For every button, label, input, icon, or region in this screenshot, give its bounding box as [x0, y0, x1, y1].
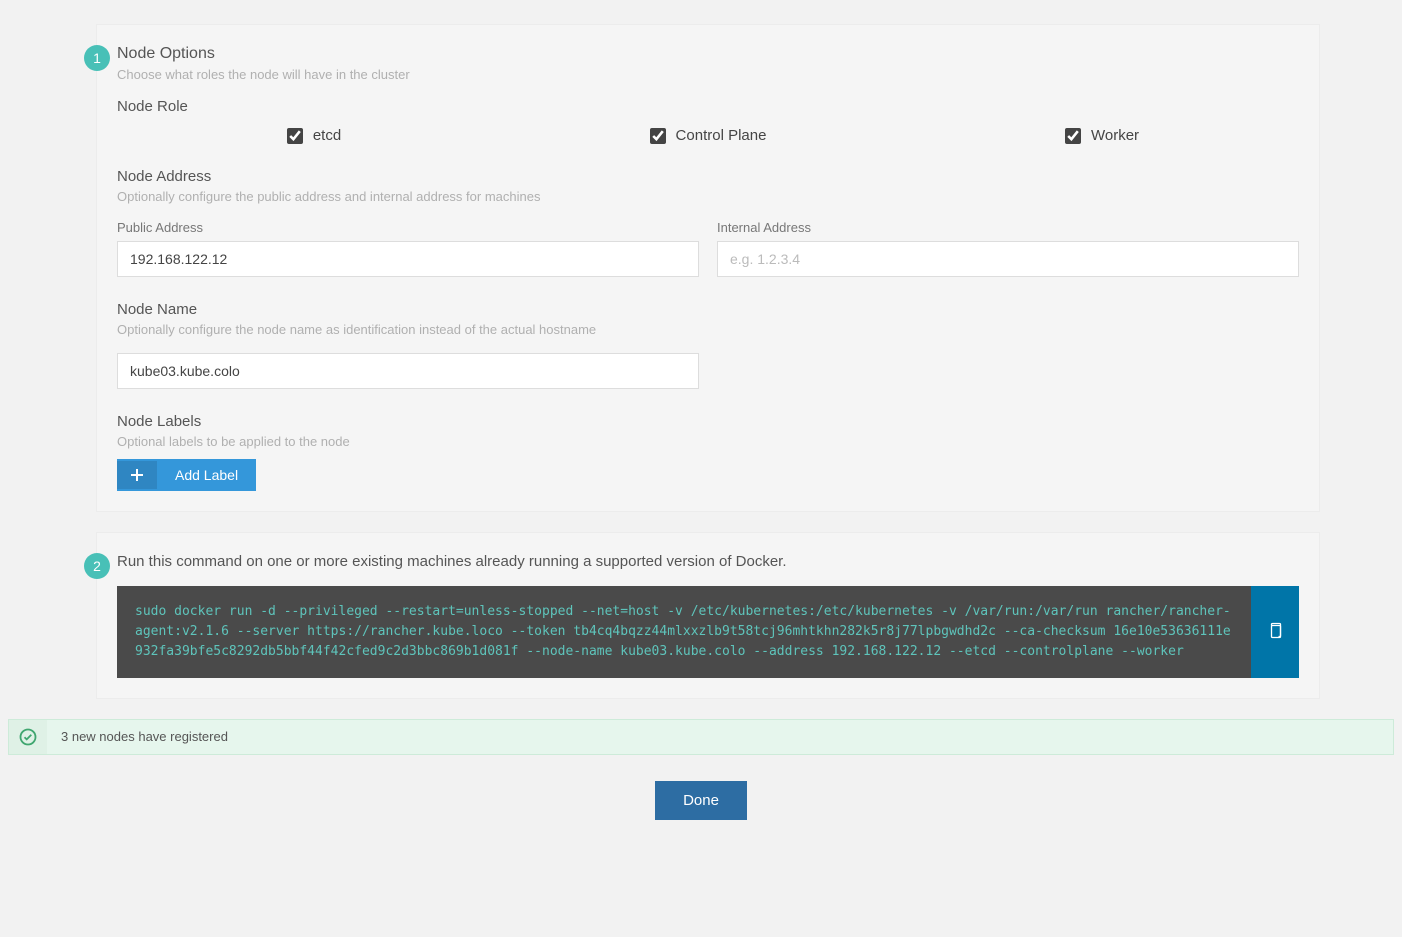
node-role-title: Node Role	[117, 98, 1299, 115]
node-options-title: Node Options	[117, 45, 1299, 63]
node-address-desc: Optionally configure the public address …	[117, 189, 1299, 204]
copy-button[interactable]	[1251, 586, 1299, 678]
role-etcd[interactable]: etcd	[117, 127, 511, 144]
run-command-panel: 2 Run this command on one or more existi…	[96, 532, 1320, 699]
add-label-button[interactable]: Add Label	[117, 459, 256, 491]
node-address-title: Node Address	[117, 168, 1299, 185]
done-button[interactable]: Done	[655, 781, 747, 820]
internal-address-label: Internal Address	[717, 220, 1299, 235]
step-2-badge: 2	[84, 553, 110, 579]
internal-address-input[interactable]	[717, 241, 1299, 277]
clipboard-icon	[1267, 622, 1283, 643]
control-plane-label: Control Plane	[676, 127, 767, 144]
control-plane-checkbox[interactable]	[650, 128, 666, 144]
node-labels-title: Node Labels	[117, 413, 1299, 430]
node-options-desc: Choose what roles the node will have in …	[117, 67, 1299, 82]
etcd-checkbox[interactable]	[287, 128, 303, 144]
command-code-block[interactable]: sudo docker run -d --privileged --restar…	[117, 586, 1251, 678]
public-address-label: Public Address	[117, 220, 699, 235]
etcd-label: etcd	[313, 127, 341, 144]
node-options-panel: 1 Node Options Choose what roles the nod…	[96, 24, 1320, 512]
add-label-text: Add Label	[157, 459, 256, 491]
status-text: 3 new nodes have registered	[47, 720, 242, 754]
worker-checkbox[interactable]	[1065, 128, 1081, 144]
step-1-badge: 1	[84, 45, 110, 71]
node-labels-desc: Optional labels to be applied to the nod…	[117, 434, 1299, 449]
node-name-desc: Optionally configure the node name as id…	[117, 322, 1299, 337]
public-address-input[interactable]	[117, 241, 699, 277]
node-role-row: etcd Control Plane Worker	[117, 127, 1299, 144]
node-name-title: Node Name	[117, 301, 1299, 318]
worker-label: Worker	[1091, 127, 1139, 144]
role-control-plane[interactable]: Control Plane	[511, 127, 905, 144]
plus-icon	[117, 461, 157, 489]
status-bar: 3 new nodes have registered	[8, 719, 1394, 755]
node-name-input[interactable]	[117, 353, 699, 389]
run-command-instruction: Run this command on one or more existing…	[117, 553, 1299, 570]
role-worker[interactable]: Worker	[905, 127, 1299, 144]
success-icon	[9, 720, 47, 754]
